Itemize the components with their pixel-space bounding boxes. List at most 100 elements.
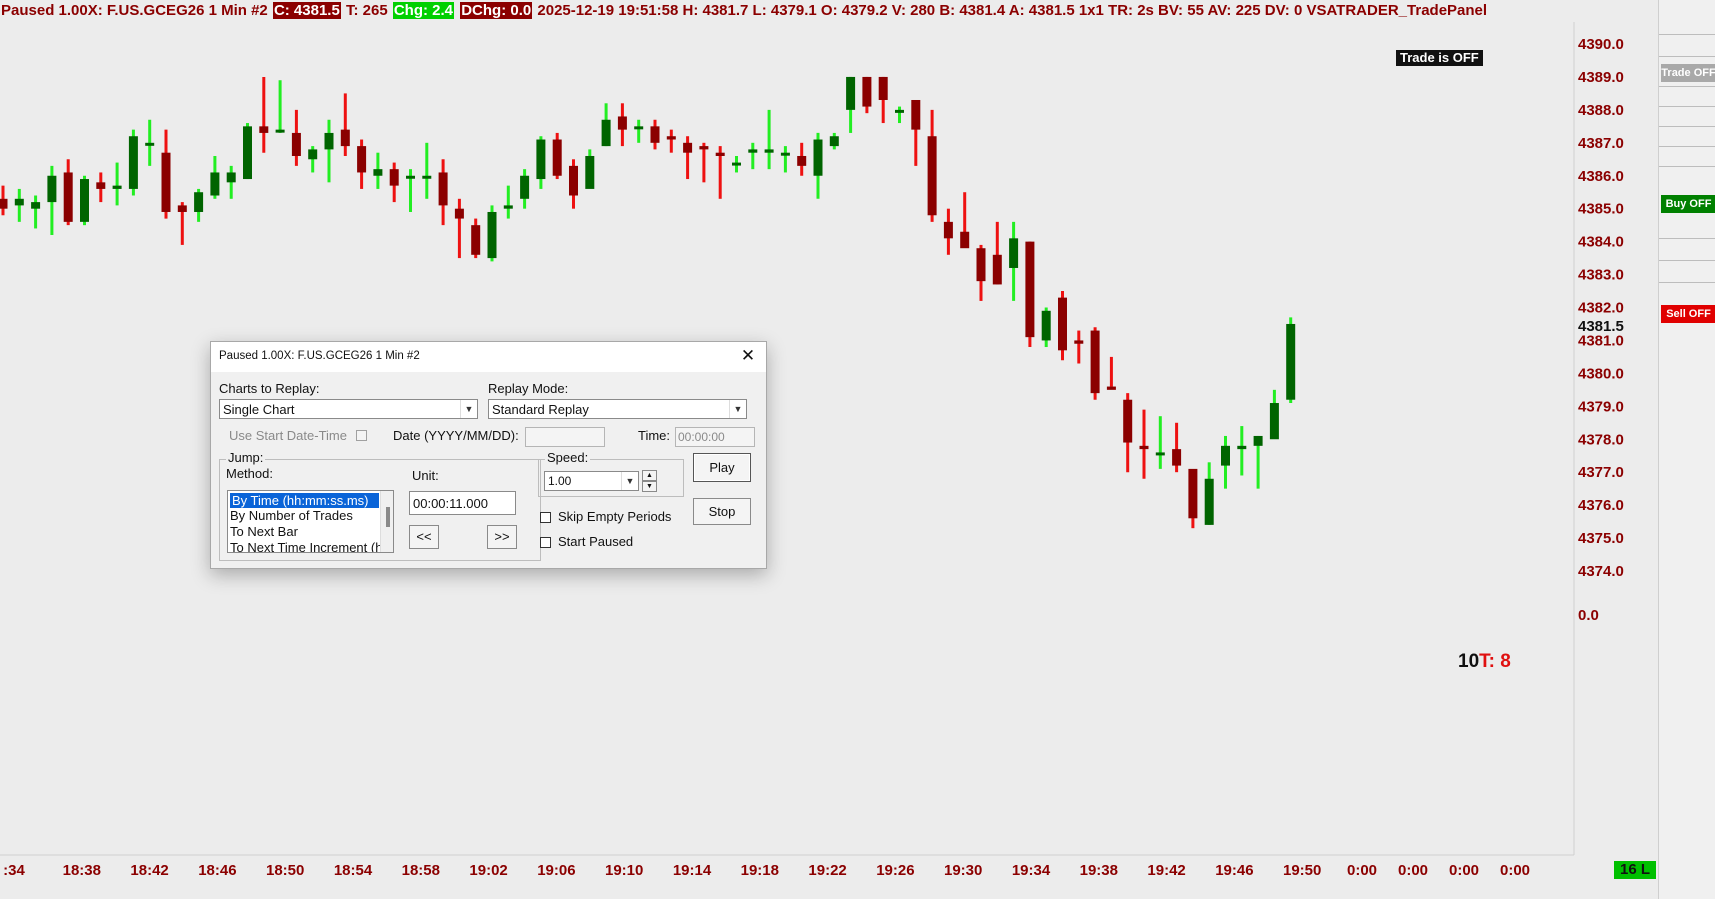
date-field[interactable] (525, 427, 605, 447)
candle-body (324, 132, 334, 150)
speed-down-button[interactable]: ▼ (642, 481, 657, 492)
candle-body (1106, 386, 1116, 390)
candle-body (1090, 330, 1100, 394)
panel-divider (1659, 86, 1715, 87)
candle-body (895, 109, 904, 113)
jump-method-list[interactable]: By Time (hh:mm:ss.ms) By Number of Trade… (227, 490, 394, 553)
candle-body (699, 146, 709, 150)
price-tick-label: 4381.0 (1578, 332, 1624, 349)
time-tick-label: :34 (3, 862, 25, 879)
candle-body (454, 208, 464, 219)
time-field[interactable]: 00:00:00 (675, 427, 755, 447)
candle-body (308, 149, 318, 160)
unit-label: Unit: (412, 468, 439, 483)
candle-body (520, 175, 530, 199)
replay-mode-select[interactable]: Standard Replay ▼ (488, 399, 747, 419)
candle-body (1041, 310, 1051, 341)
jump-back-button[interactable]: << (409, 525, 439, 549)
candle-body (601, 119, 611, 147)
candle-body (503, 205, 513, 209)
candle-body (487, 211, 497, 259)
candle-body (683, 142, 693, 153)
method-label: Method: (226, 466, 273, 481)
time-tick-label: 0:00 (1449, 862, 1479, 879)
charts-to-replay-select[interactable]: Single Chart ▼ (219, 399, 478, 419)
panel-divider (1659, 282, 1715, 283)
candle-body (1123, 399, 1133, 443)
bar-timer-time: T: 8 (1479, 651, 1511, 672)
chevron-down-icon: ▼ (621, 472, 638, 490)
candle-body (1237, 445, 1247, 450)
candle-body (0, 198, 8, 209)
candle-body (1204, 478, 1214, 525)
chevron-down-icon: ▼ (460, 400, 477, 418)
close-icon[interactable]: ✕ (738, 346, 758, 366)
start-paused-checkbox[interactable] (540, 537, 551, 548)
stop-button[interactable]: Stop (693, 498, 751, 525)
candle-body (1269, 403, 1279, 440)
speed-up-button[interactable]: ▲ (642, 470, 657, 481)
candle-body (31, 202, 41, 209)
play-button[interactable]: Play (693, 453, 751, 482)
trade-off-button[interactable]: Trade OFF (1661, 64, 1715, 82)
start-paused-label: Start Paused (558, 534, 634, 549)
time-tick-label: 18:46 (198, 862, 236, 879)
bottom-status-badge: 16 L (1614, 861, 1656, 879)
candle-body (1058, 297, 1067, 351)
list-scrollbar[interactable] (380, 491, 393, 552)
candle-body (569, 165, 578, 196)
time-tick-label: 19:30 (944, 862, 982, 879)
time-tick-label: 0:00 (1347, 862, 1377, 879)
skip-empty-periods-checkbox[interactable] (540, 512, 551, 523)
candle-body (1009, 238, 1019, 268)
method-item[interactable]: By Time (hh:mm:ss.ms) (230, 493, 379, 508)
method-item[interactable]: By Number of Trades (228, 508, 393, 524)
candle-body (634, 126, 644, 130)
time-tick-label: 18:42 (130, 862, 168, 879)
candle-body (1286, 323, 1296, 400)
dialog-titlebar[interactable]: Paused 1.00X: F.US.GCEG26 1 Min #2 ✕ (211, 342, 766, 372)
candle-body (1155, 452, 1165, 456)
price-tick-label: 4385.0 (1578, 201, 1624, 218)
use-start-datetime-checkbox[interactable] (356, 430, 367, 441)
trade-panel: Trade OFF Buy OFF Sell OFF (1658, 0, 1715, 899)
sell-off-button[interactable]: Sell OFF (1661, 305, 1715, 323)
time-tick-label: 19:26 (876, 862, 914, 879)
candle-body (406, 175, 415, 179)
candle-body (829, 136, 839, 147)
unit-input[interactable]: 00:00:11.000 (409, 491, 516, 515)
speed-select[interactable]: 1.00 ▼ (544, 471, 639, 491)
candle-body (780, 152, 790, 156)
price-tick-label: 4378.0 (1578, 431, 1624, 448)
time-label: Time: (638, 428, 671, 443)
jump-forward-button[interactable]: >> (487, 525, 517, 549)
dialog-title: Paused 1.00X: F.US.GCEG26 1 Min #2 (219, 350, 420, 362)
time-tick-label: 19:34 (1012, 862, 1051, 879)
method-item[interactable]: To Next Time Increment (h (228, 540, 393, 552)
price-tick-label: 4375.0 (1578, 530, 1624, 547)
panel-divider (1659, 34, 1715, 35)
candle-body (112, 185, 122, 189)
candle-body (536, 139, 546, 180)
time-tick-label: 19:38 (1080, 862, 1118, 879)
candle-body (47, 175, 57, 203)
skip-empty-periods-label: Skip Empty Periods (558, 509, 672, 524)
price-extra-label: 0.0 (1578, 607, 1599, 624)
candle-body (14, 198, 24, 206)
candle-body (715, 152, 725, 156)
candle-body (210, 172, 220, 196)
buy-off-button[interactable]: Buy OFF (1661, 195, 1715, 213)
chevron-down-icon: ▼ (729, 400, 746, 418)
time-tick-label: 18:58 (402, 862, 440, 879)
scroll-thumb[interactable] (386, 507, 390, 527)
panel-divider (1659, 126, 1715, 127)
candle-body (177, 205, 187, 212)
time-tick-label: 18:50 (266, 862, 304, 879)
candle-body (145, 142, 155, 146)
method-item[interactable]: To Next Bar (228, 524, 393, 540)
candle-body (650, 126, 660, 143)
price-tick-label: 4377.0 (1578, 464, 1624, 481)
candle-body (373, 169, 383, 176)
candle-body (357, 146, 367, 173)
candle-body (862, 76, 872, 107)
